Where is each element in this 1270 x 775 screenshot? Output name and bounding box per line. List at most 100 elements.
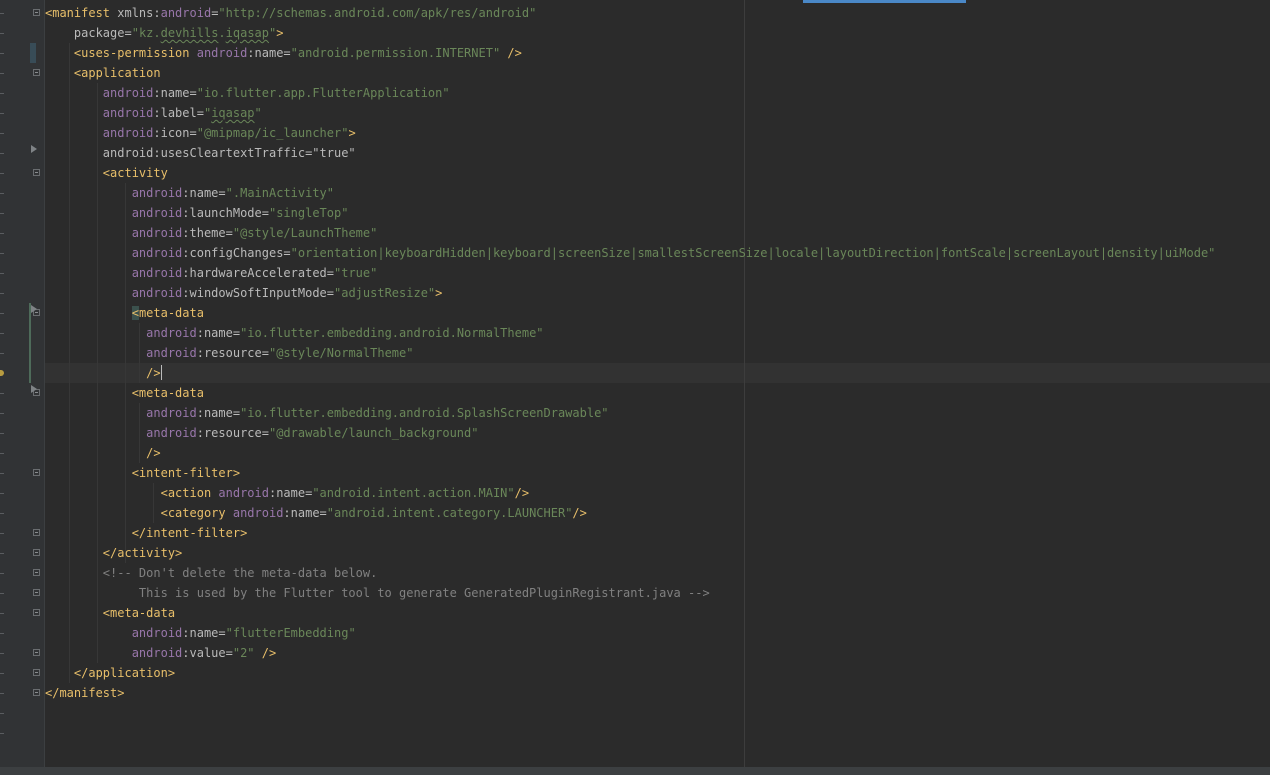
- code-line[interactable]: <manifest xmlns:android="http://schemas.…: [45, 3, 536, 23]
- fold-toggle-icon[interactable]: [33, 669, 40, 676]
- code-line[interactable]: android:configChanges="orientation|keybo…: [45, 243, 1216, 263]
- code-line[interactable]: <meta-data: [45, 603, 175, 623]
- code-line[interactable]: This is used by the Flutter tool to gene…: [45, 583, 710, 603]
- code-line[interactable]: android:label="iqasap": [45, 103, 262, 123]
- fold-toggle-icon[interactable]: [33, 589, 40, 596]
- code-token: "@drawable/launch_background": [268, 426, 479, 440]
- fold-toggle-icon[interactable]: [33, 649, 40, 656]
- fold-toggle-icon[interactable]: [33, 69, 40, 76]
- change-marker[interactable]: [30, 43, 36, 63]
- current-line-highlight: [45, 363, 1270, 383]
- code-token: :windowSoftInputMode=: [182, 286, 334, 300]
- warning-icon[interactable]: [0, 370, 4, 376]
- code-token: />: [254, 646, 277, 660]
- code-token: :name=: [182, 186, 226, 200]
- code-token: This is used by the Flutter tool to gene…: [45, 586, 710, 600]
- line-marker: [0, 33, 4, 34]
- right-margin-guide: [744, 0, 745, 767]
- code-token: :resource=: [196, 426, 269, 440]
- code-line[interactable]: <meta-data: [45, 383, 204, 403]
- code-line[interactable]: android:name=".MainActivity": [45, 183, 334, 203]
- code-line[interactable]: <uses-permission android:name="android.p…: [45, 43, 522, 63]
- fold-toggle-icon[interactable]: [33, 469, 40, 476]
- code-token: android: [211, 486, 269, 500]
- code-token: />: [514, 486, 530, 500]
- fold-toggle-icon[interactable]: [33, 689, 40, 696]
- code-line[interactable]: <intent-filter>: [45, 463, 240, 483]
- code-line[interactable]: android:resource="@drawable/launch_backg…: [45, 423, 478, 443]
- code-token: android: [45, 406, 197, 420]
- collapse-arrow-icon[interactable]: [31, 305, 37, 313]
- code-line[interactable]: android:windowSoftInputMode="adjustResiz…: [45, 283, 443, 303]
- fold-toggle-icon[interactable]: [33, 569, 40, 576]
- fold-toggle-icon[interactable]: [33, 169, 40, 176]
- line-marker: [0, 293, 4, 294]
- collapse-arrow-icon[interactable]: [31, 385, 37, 393]
- code-token: >: [435, 286, 443, 300]
- code-token: "2": [232, 646, 255, 660]
- code-line[interactable]: <meta-data: [45, 303, 204, 323]
- code-line[interactable]: <application: [45, 63, 161, 83]
- code-token: <activity: [45, 166, 168, 180]
- code-line[interactable]: <!-- Don't delete the meta-data below.: [45, 563, 378, 583]
- code-token: android: [45, 266, 183, 280]
- code-line[interactable]: />: [45, 443, 161, 463]
- code-token: :value=: [182, 646, 233, 660]
- code-line[interactable]: </intent-filter>: [45, 523, 248, 543]
- code-token: android: [45, 326, 197, 340]
- code-line[interactable]: android:name="io.flutter.embedding.andro…: [45, 323, 543, 343]
- line-marker: [0, 673, 4, 674]
- horizontal-scrollbar[interactable]: [0, 767, 1270, 775]
- code-token: />: [572, 506, 587, 520]
- code-line[interactable]: android:icon="@mipmap/ic_launcher">: [45, 123, 356, 143]
- code-line[interactable]: />: [45, 363, 162, 383]
- collapse-arrow-icon[interactable]: [31, 145, 37, 153]
- code-line[interactable]: <category android:name="android.intent.c…: [45, 503, 587, 523]
- code-line[interactable]: android:hardwareAccelerated="true": [45, 263, 378, 283]
- code-token: <meta-data: [45, 386, 204, 400]
- code-line[interactable]: </activity>: [45, 543, 182, 563]
- code-token: :name=: [268, 486, 313, 500]
- fold-toggle-icon[interactable]: [33, 549, 40, 556]
- fold-toggle-icon[interactable]: [33, 529, 40, 536]
- line-marker: [0, 253, 4, 254]
- code-token: android: [45, 286, 183, 300]
- code-line[interactable]: android:name="io.flutter.app.FlutterAppl…: [45, 83, 450, 103]
- code-token: <action: [45, 486, 212, 500]
- code-token: :icon=: [153, 126, 197, 140]
- editor-gutter[interactable]: [0, 0, 45, 767]
- code-line[interactable]: android:theme="@style/LaunchTheme": [45, 223, 378, 243]
- code-line[interactable]: android:resource="@style/NormalTheme": [45, 343, 413, 363]
- code-line[interactable]: package="kz.devhills.iqasap">: [45, 23, 284, 43]
- change-marker[interactable]: [29, 303, 31, 383]
- code-line[interactable]: </application>: [45, 663, 175, 683]
- code-line[interactable]: android:name="flutterEmbedding": [45, 623, 356, 643]
- code-token: "android.intent.category.LAUNCHER": [326, 506, 573, 520]
- line-marker: [0, 393, 4, 394]
- code-line[interactable]: </manifest>: [45, 683, 124, 703]
- code-token: "flutterEmbedding": [225, 626, 356, 640]
- code-line[interactable]: <action android:name="android.intent.act…: [45, 483, 529, 503]
- line-marker: [0, 553, 4, 554]
- line-marker: [0, 13, 4, 14]
- code-token: "orientation|keyboardHidden|keyboard|scr…: [290, 246, 1216, 260]
- code-token: android: [45, 186, 183, 200]
- code-line[interactable]: android:usesCleartextTraffic="true": [45, 143, 356, 163]
- code-token: />: [45, 366, 161, 380]
- code-line[interactable]: android:name="io.flutter.embedding.andro…: [45, 403, 609, 423]
- line-marker: [0, 613, 4, 614]
- code-line[interactable]: android:value="2" />: [45, 643, 277, 663]
- code-token: <: [131, 306, 139, 320]
- code-editor[interactable]: <manifest xmlns:android="http://schemas.…: [0, 0, 1270, 775]
- fold-toggle-icon[interactable]: [33, 9, 40, 16]
- code-token: xmlns:: [110, 6, 161, 20]
- fold-toggle-icon[interactable]: [33, 609, 40, 616]
- line-marker: [0, 333, 4, 334]
- code-line[interactable]: android:launchMode="singleTop": [45, 203, 349, 223]
- code-token: :name=: [247, 46, 291, 60]
- code-line[interactable]: <activity: [45, 163, 168, 183]
- code-token: "io.flutter.embedding.android.SplashScre…: [240, 406, 609, 420]
- line-marker: [0, 513, 4, 514]
- code-token: />: [45, 446, 161, 460]
